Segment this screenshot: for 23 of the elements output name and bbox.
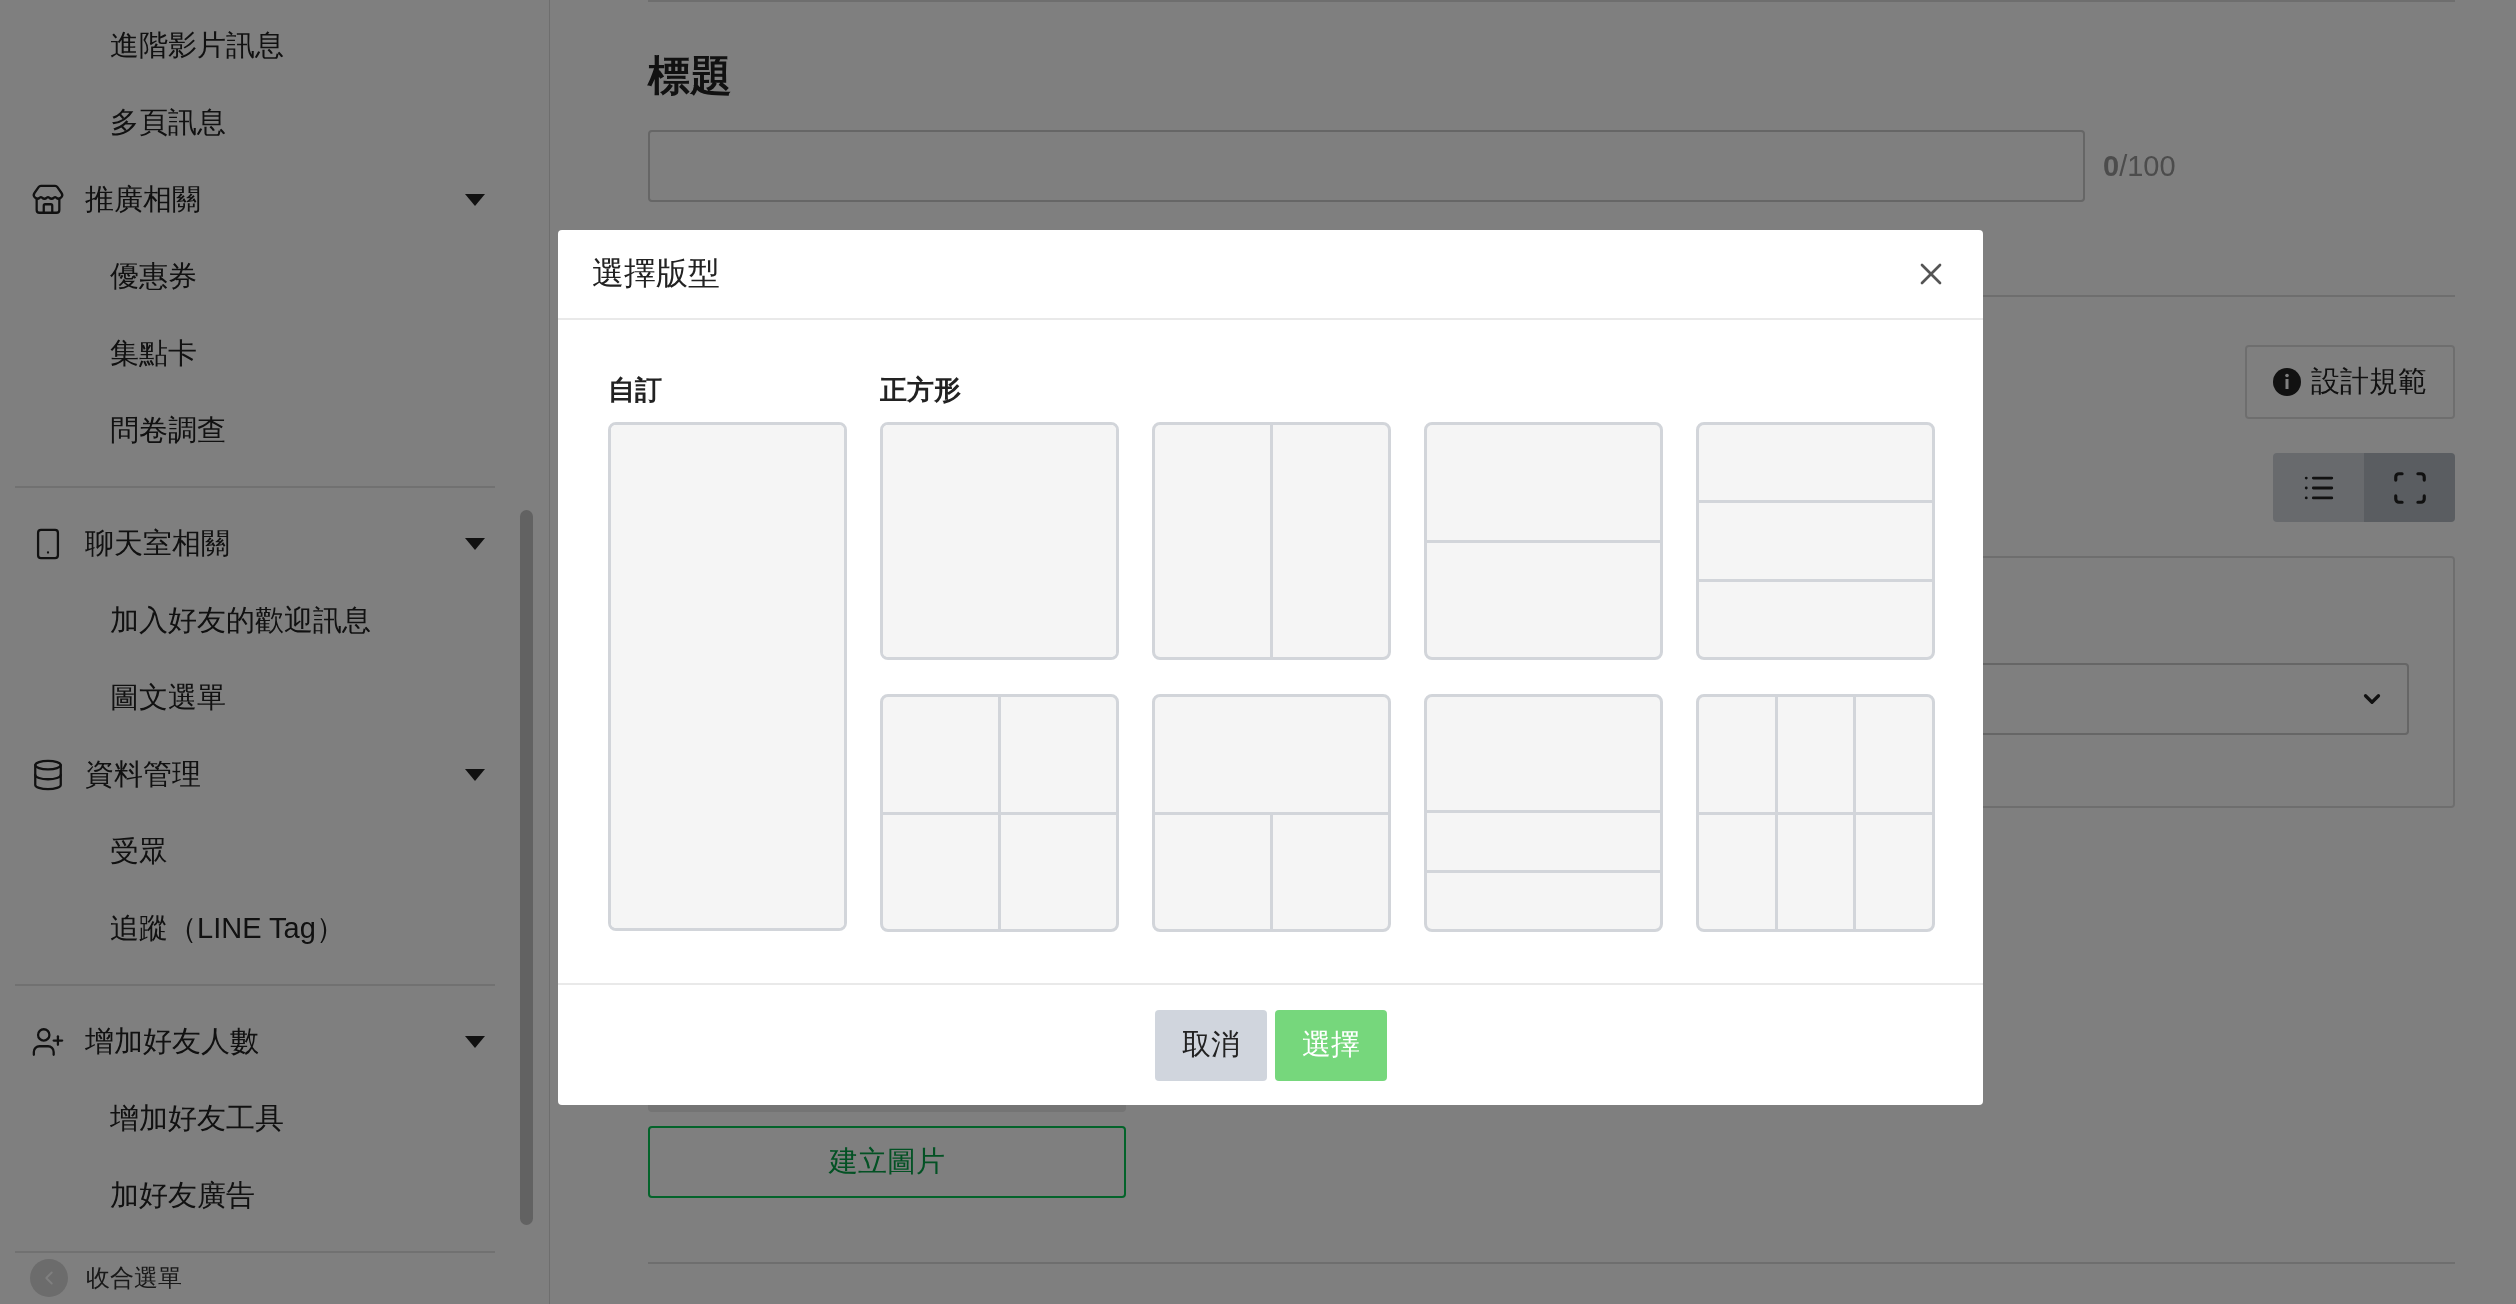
template-group-label: 正方形 xyxy=(880,374,962,407)
sidebar-item[interactable]: 集點卡 xyxy=(15,315,495,392)
guidelines-button[interactable]: 設計規範 xyxy=(2245,345,2455,419)
sidebar-item[interactable]: 加入好友的歡迎訊息 xyxy=(15,582,495,659)
cancel-button[interactable]: 取消 xyxy=(1154,1009,1267,1081)
sidebar-section[interactable]: 推廣相關 xyxy=(15,161,495,238)
sidebar-section[interactable]: 資料管理 xyxy=(15,736,495,813)
sidebar-section[interactable]: 增加好友人數 xyxy=(15,1003,495,1080)
sidebar-section[interactable]: 聊天室相關 xyxy=(15,505,495,582)
field-title: 標題 xyxy=(648,51,733,101)
sidebar-item[interactable]: 受眾 xyxy=(15,813,495,890)
sidebar-item[interactable]: 追蹤（LINE Tag） xyxy=(15,890,495,967)
dialog-title: 選擇版型 xyxy=(592,254,720,293)
create-image-button[interactable]: 建立圖片 xyxy=(648,1126,1126,1198)
sidebar-item[interactable]: 進階影片訊息 xyxy=(15,7,495,84)
sidebar-item[interactable]: 優惠券 xyxy=(15,238,495,315)
sidebar-item[interactable]: 加好友廣告 xyxy=(15,1157,495,1234)
template-group-label: 自訂 xyxy=(608,374,663,407)
sidebar-item[interactable]: 增加好友工具 xyxy=(15,1080,495,1157)
sidebar-item[interactable]: 問卷調查 xyxy=(15,392,495,469)
sidebar-item[interactable]: 多頁訊息 xyxy=(15,84,495,161)
collapse-menu-link[interactable]: 收合選單 xyxy=(0,1253,549,1297)
sidebar-item[interactable]: 圖文選單 xyxy=(15,659,495,736)
